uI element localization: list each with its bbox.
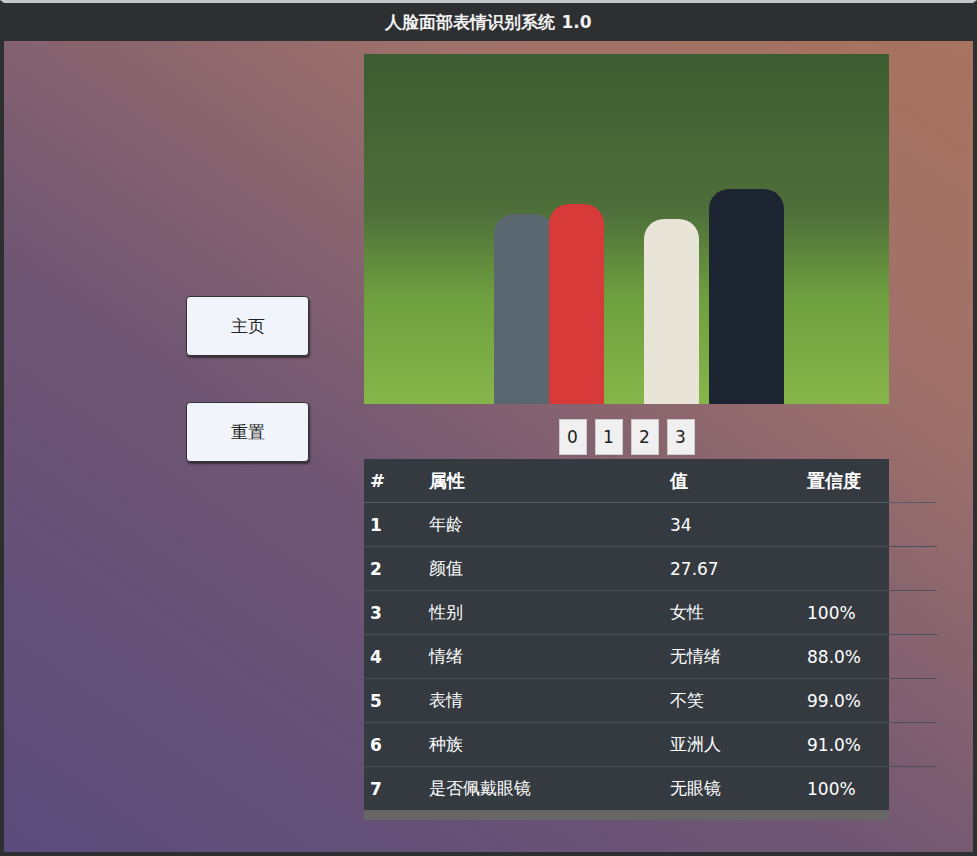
table-cell: 100% [801,767,937,811]
photo [364,54,889,404]
table-cell: 性别 [423,591,664,635]
table-cell: 1 [364,503,423,547]
table-cell [801,547,937,591]
reset-button[interactable]: 重置 [186,402,309,462]
table-cell: 种族 [423,723,664,767]
table-row: 2颜值27.67 [364,547,937,591]
table-cell: 7 [364,767,423,811]
content-area: 主页重置0123#属性值置信度1年龄342颜值27.673性别女性100%4情绪… [4,41,973,852]
person-figure [494,214,554,404]
column-header: 置信度 [801,459,937,503]
column-header: 值 [664,459,801,503]
table-cell: 无情绪 [664,635,801,679]
table-cell: 3 [364,591,423,635]
table-body: 1年龄342颜值27.673性别女性100%4情绪无情绪88.0%5表情不笑99… [364,503,937,811]
table-row: 3性别女性100% [364,591,937,635]
table-header: #属性值置信度 [364,459,937,503]
main-panel: 0123#属性值置信度1年龄342颜值27.673性别女性100%4情绪无情绪8… [364,54,889,852]
face-tabs: 0123 [364,419,889,455]
person-figure [549,204,604,404]
table-cell: 2 [364,547,423,591]
table-cell: 100% [801,591,937,635]
table-row: 4情绪无情绪88.0% [364,635,937,679]
table-cell: 年龄 [423,503,664,547]
table-cell [801,503,937,547]
face-tab[interactable]: 1 [595,419,623,455]
header-row: #属性值置信度 [364,459,937,503]
table-cell: 女性 [664,591,801,635]
face-tab[interactable]: 3 [667,419,695,455]
title-bar: 人脸面部表情识别系统 1.0 [4,3,973,41]
table-cell: 6 [364,723,423,767]
table-cell: 颜值 [423,547,664,591]
face-tab[interactable]: 2 [631,419,659,455]
table-cell: 5 [364,679,423,723]
table-cell: 27.67 [664,547,801,591]
column-header: 属性 [423,459,664,503]
table-cell: 无眼镜 [664,767,801,811]
table-row: 6种族亚洲人91.0% [364,723,937,767]
table-cell: 不笑 [664,679,801,723]
result-table-panel: #属性值置信度1年龄342颜值27.673性别女性100%4情绪无情绪88.0%… [364,459,889,820]
result-table: #属性值置信度1年龄342颜值27.673性别女性100%4情绪无情绪88.0%… [364,459,937,810]
table-cell: 99.0% [801,679,937,723]
table-cell: 是否佩戴眼镜 [423,767,664,811]
table-row: 1年龄34 [364,503,937,547]
nav-panel: 主页重置 [186,296,309,852]
app-window: 人脸面部表情识别系统 1.0主页重置0123#属性值置信度1年龄342颜值27.… [0,0,977,856]
table-cell: 情绪 [423,635,664,679]
column-header: # [364,459,423,503]
person-figure [644,219,699,404]
home-button[interactable]: 主页 [186,296,309,356]
face-tab[interactable]: 0 [559,419,587,455]
table-cell: 表情 [423,679,664,723]
person-figure [709,189,784,404]
table-row: 7是否佩戴眼镜无眼镜100% [364,767,937,811]
table-cell: 91.0% [801,723,937,767]
table-cell: 4 [364,635,423,679]
table-cell: 亚洲人 [664,723,801,767]
table-row: 5表情不笑99.0% [364,679,937,723]
table-cell: 34 [664,503,801,547]
table-cell: 88.0% [801,635,937,679]
